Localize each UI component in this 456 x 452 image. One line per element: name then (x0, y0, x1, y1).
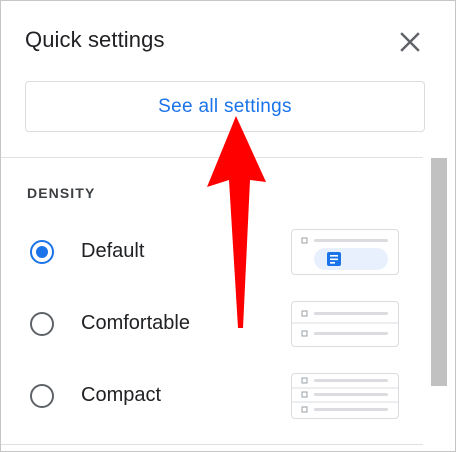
quick-settings-header: Quick settings (1, 1, 455, 83)
panel-title: Quick settings (25, 27, 165, 52)
density-option-label: Comfortable (81, 312, 190, 334)
density-preview-default (291, 229, 399, 275)
density-section-label: DENSITY (27, 185, 96, 201)
density-option-label: Compact (81, 384, 162, 406)
density-option-comfortable[interactable]: Comfortable (1, 295, 421, 355)
density-option-compact[interactable]: Compact (1, 367, 421, 427)
density-preview-compact (291, 373, 399, 419)
radio-default[interactable] (30, 240, 54, 264)
density-preview-comfortable (291, 301, 399, 347)
quick-settings-panel: Quick settings See all settings DENSITY … (0, 0, 456, 452)
radio-compact[interactable] (30, 384, 54, 408)
close-button[interactable] (395, 27, 425, 57)
radio-comfortable[interactable] (30, 312, 54, 336)
divider (1, 444, 423, 445)
scrollbar-thumb[interactable] (431, 158, 447, 386)
see-all-settings-button[interactable]: See all settings (25, 81, 425, 132)
density-preview-comfortable-graphic (292, 310, 398, 337)
density-option-label: Default (81, 240, 145, 262)
density-preview-compact-graphic (292, 377, 398, 413)
close-icon (400, 32, 420, 52)
density-preview-default-graphic (301, 237, 388, 270)
divider (1, 157, 423, 158)
density-option-default[interactable]: Default (1, 223, 421, 283)
